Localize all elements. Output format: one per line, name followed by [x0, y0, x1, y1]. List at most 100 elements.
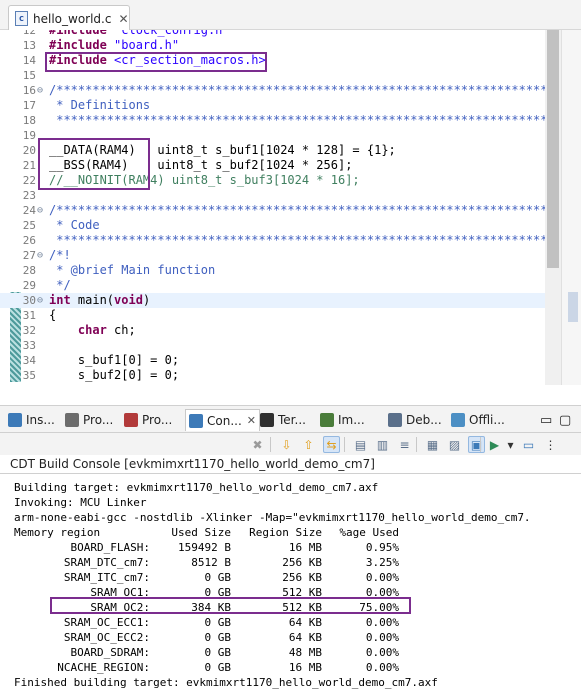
code-token: /***************************************… [49, 203, 581, 217]
view-tab[interactable]: Con... ✕ [185, 409, 260, 431]
region-size: 16 MB [288, 661, 322, 674]
c-source-file-icon: c [15, 11, 28, 26]
code-text: ****************************************… [49, 233, 581, 248]
minimize-icon[interactable]: ▭ [540, 409, 552, 431]
line-number: 25 [22, 219, 36, 232]
view-tab[interactable]: Ins... [8, 409, 55, 431]
code-text: /***************************************… [49, 83, 581, 98]
close-icon[interactable]: ✕ [118, 12, 128, 26]
code-line[interactable]: 30 ⊖ int main(void) [0, 293, 545, 308]
code-line[interactable]: 33 [0, 338, 545, 353]
view-tab[interactable]: Pro... [65, 409, 113, 431]
highlight-box-section-macros [38, 138, 150, 190]
code-line[interactable]: 32 char ch; [0, 323, 545, 338]
fold-toggle-icon[interactable]: ⊖ [37, 293, 47, 308]
code-token: /*! [49, 248, 71, 262]
vertical-scrollbar[interactable] [545, 30, 561, 385]
code-text: * Code [49, 218, 99, 233]
line-number: 31 [22, 309, 36, 322]
region-size: 48 MB [288, 646, 322, 659]
view-tab-bar: Ins... Pro... Pro... Con... ✕ Ter... Im... Deb.… [0, 405, 581, 433]
code-text: char ch; [49, 323, 136, 338]
code-line[interactable]: 13 #include "board.h" [0, 38, 545, 53]
region-used-size: 0 GB [204, 646, 232, 659]
code-text: s_buf1[0] = 0; [49, 353, 179, 368]
open-console-button[interactable]: ▶ [486, 436, 503, 453]
console-output[interactable]: Building target: evkmimxrt1170_hello_wor… [0, 476, 581, 698]
image-info-icon [320, 413, 334, 427]
region-used-size: 0 GB [204, 631, 232, 644]
view-tab-label: Deb... [406, 413, 442, 427]
console-title: CDT Build Console [evkmimxrt1170_hello_w… [10, 457, 375, 471]
view-tab[interactable]: Im... [320, 409, 365, 431]
code-line[interactable]: 34 s_buf1[0] = 0; [0, 353, 545, 368]
code-line[interactable]: 26 *************************************… [0, 233, 581, 248]
region-used-size: 0 GB [204, 661, 232, 674]
code-line[interactable]: 31 { [0, 308, 545, 323]
code-line[interactable]: 35 s_buf2[0] = 0; [0, 368, 545, 383]
console-line: Building target: evkmimxrt1170_hello_wor… [14, 481, 379, 494]
overview-ruler[interactable] [561, 30, 581, 385]
code-line[interactable]: 28 * @brief Main function [0, 263, 545, 278]
code-token: { [49, 308, 57, 322]
display-selected-console-button[interactable]: ▣ [468, 436, 485, 453]
fold-toggle-icon[interactable]: ⊖ [37, 248, 47, 263]
code-line[interactable]: 23 [0, 188, 545, 203]
code-line[interactable]: 24 ⊖/************************************… [0, 203, 581, 218]
editor-tab-hello-world[interactable]: c hello_world.c ✕ [8, 5, 130, 31]
line-number: 21 [22, 159, 36, 172]
region-size: 256 KB [282, 556, 322, 569]
previous-error-button[interactable]: ⇧ [300, 436, 317, 453]
maximize-icon[interactable]: ▢ [559, 409, 571, 431]
properties-icon [65, 413, 79, 427]
scrollbar-thumb[interactable] [547, 30, 559, 268]
region-name: BOARD_SDRAM: [70, 646, 150, 659]
close-icon[interactable]: ✕ [247, 414, 256, 427]
view-tab[interactable]: Offli... [451, 409, 505, 431]
view-menu-button[interactable]: ⋮ [542, 436, 559, 453]
new-console-button[interactable]: ▭ [520, 436, 537, 453]
fold-toggle-icon[interactable]: ⊖ [37, 83, 47, 98]
code-line[interactable]: 12 #include "clock_config.h" [0, 30, 545, 38]
code-line[interactable]: 29 */ [0, 278, 545, 293]
copy-build-log-button[interactable]: ▤ [352, 436, 369, 453]
code-token: #include [49, 30, 115, 37]
code-token: "board.h" [114, 38, 180, 52]
line-number: 28 [22, 264, 36, 277]
word-wrap-button[interactable]: ≡ [396, 436, 413, 453]
code-text: /*! [49, 248, 71, 263]
pin-console-button[interactable]: ▨ [446, 436, 463, 453]
code-line[interactable]: 17 * Definitions [0, 98, 545, 113]
code-line[interactable]: 16 ⊖/************************************… [0, 83, 581, 98]
code-editor[interactable]: 12 #include "clock_config.h" 13 #include "b… [0, 30, 581, 385]
line-number: 29 [22, 279, 36, 292]
line-number: 12 [22, 30, 36, 37]
code-line[interactable]: 25 * Code [0, 218, 545, 233]
fold-toggle-icon[interactable]: ⊖ [37, 203, 47, 218]
view-tab[interactable]: Pro... [124, 409, 172, 431]
line-number: 19 [22, 129, 36, 142]
console-menu-button[interactable]: ▾ [502, 436, 519, 453]
region-size: 64 KB [288, 616, 322, 629]
clear-console-button[interactable]: ▦ [424, 436, 441, 453]
terminate-button[interactable]: ✖ [249, 436, 266, 453]
code-token: s_buf1[0] = 0; [49, 353, 180, 367]
code-token: */ [49, 278, 71, 292]
memory-region-row: BOARD_SDRAM: 0 GB 48 MB 0.00% [0, 645, 581, 660]
show-error-button[interactable]: ⇆ [323, 436, 340, 453]
scroll-lock-button[interactable]: ▥ [374, 436, 391, 453]
code-token: /***************************************… [49, 83, 581, 97]
view-tab[interactable]: Deb... [388, 409, 442, 431]
view-tab[interactable]: Ter... [260, 409, 306, 431]
line-number: 20 [22, 144, 36, 157]
line-number: 16 [22, 84, 36, 97]
code-line[interactable]: 27 ⊖/*! [0, 248, 545, 263]
next-error-button[interactable]: ⇩ [278, 436, 295, 453]
memory-region-row: SRAM_DTC_cm7: 8512 B 256 KB 3.25% [0, 555, 581, 570]
highlight-box-include [45, 52, 267, 72]
region-percent-used: 0.00% [365, 616, 399, 629]
region-name: SRAM_ITC_cm7: [63, 571, 150, 584]
ruler-marker [568, 292, 578, 322]
code-line[interactable]: 18 *************************************… [0, 113, 581, 128]
region-percent-used: 0.00% [365, 661, 399, 674]
